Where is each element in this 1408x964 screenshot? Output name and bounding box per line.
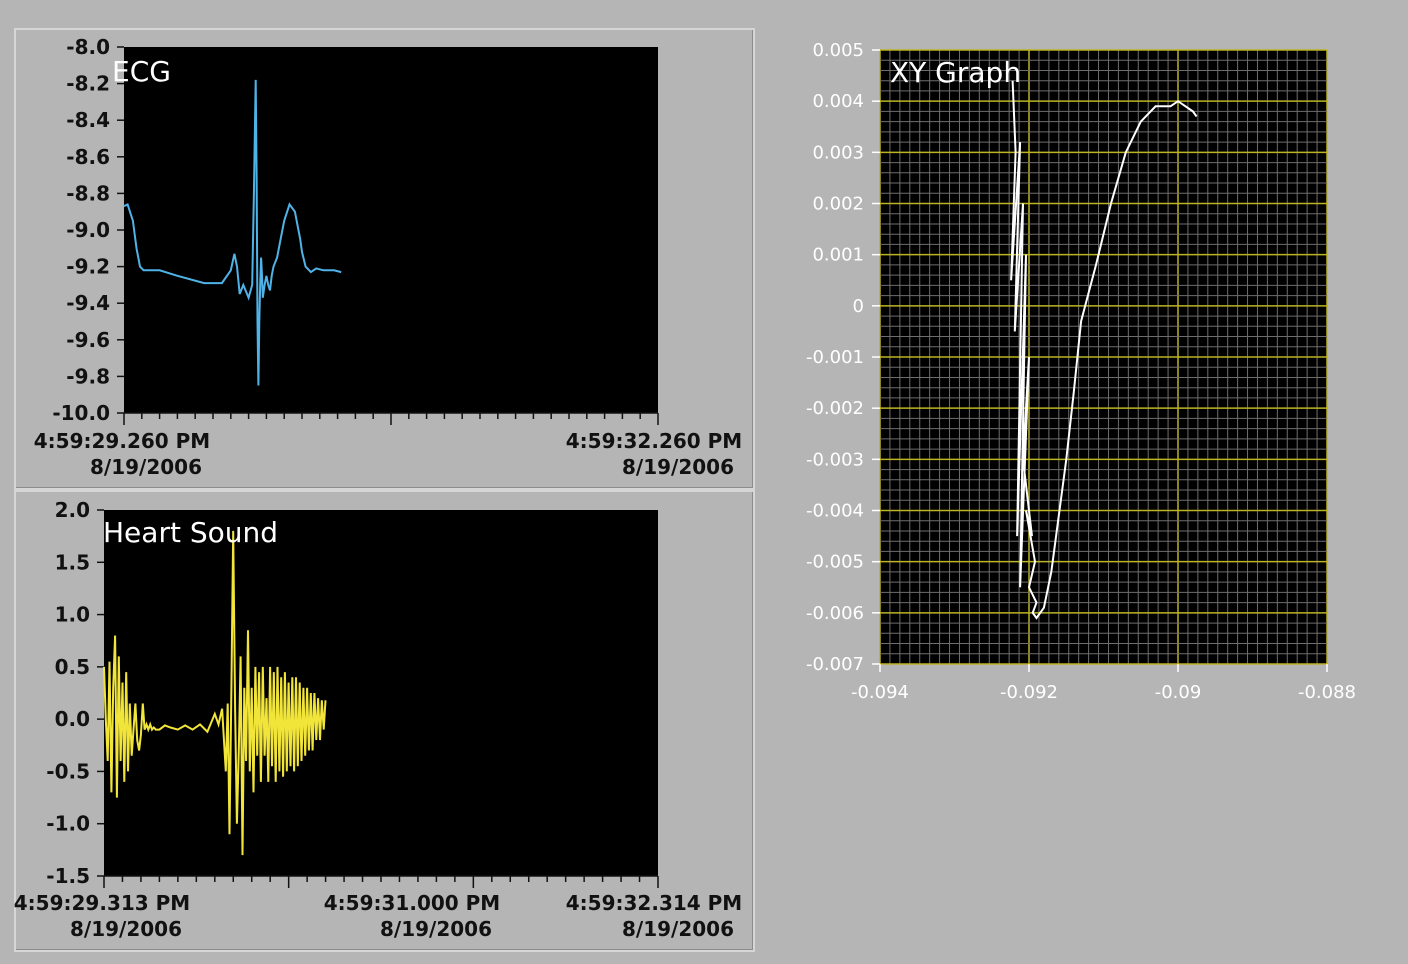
- heart-sound-x-ticks: [103, 875, 659, 888]
- xy-y-tick-label: -0.005: [806, 552, 864, 573]
- xy-y-tick-label: 0.001: [812, 245, 864, 266]
- xy-y-tick-label: 0: [853, 296, 864, 317]
- ecg-y-tick-label: -8.6: [66, 145, 110, 169]
- xy-x-tick-label: -0.088: [1298, 682, 1356, 703]
- ecg-y-tick-label: -9.2: [66, 255, 110, 279]
- heart-sound-x-start-date: 8/19/2006: [70, 917, 182, 941]
- xy-y-tick-label: -0.006: [806, 603, 864, 624]
- ecg-x-ticks: [123, 412, 659, 425]
- xy-x-tick-label: -0.092: [1000, 682, 1058, 703]
- ecg-y-tick-label: -10.0: [52, 401, 110, 425]
- ecg-chart: -8.0 -8.2 -8.4 -8.6 -8.8 -9.0 -9.2 -9.4 -9.6 -9.8…: [34, 35, 742, 479]
- xy-y-tick-label: -0.007: [806, 654, 864, 675]
- ecg-y-tick-label: -8.0: [66, 35, 110, 59]
- xy-y-ticks: 0.005 0.004 0.003 0.002 0.001 0 -0.001 -0.002 -0…: [806, 40, 880, 675]
- xy-y-tick-label: -0.001: [806, 347, 864, 368]
- heart-sound-chart: 2.01.51.00.50.0-0.5-1.0-1.5 Heart Sound …: [14, 498, 742, 941]
- xy-x-tick-label: -0.09: [1155, 682, 1202, 703]
- heart-sound-x-mid-time: 4:59:31.000 PM: [324, 891, 500, 915]
- ecg-title: ECG: [112, 55, 171, 88]
- ecg-x-end-time: 4:59:32.260 PM: [566, 429, 742, 453]
- xy-x-tick-label: -0.094: [851, 682, 909, 703]
- ecg-y-tick-label: -8.8: [66, 181, 110, 205]
- ecg-y-tick-label: -8.2: [66, 72, 110, 96]
- heart-sound-y-tick-label: 0.5: [55, 655, 90, 679]
- xy-y-tick-label: 0.002: [812, 194, 864, 215]
- charts-canvas: -8.0 -8.2 -8.4 -8.6 -8.8 -9.0 -9.2 -9.4 -9.6 -9.8…: [14, 35, 1356, 941]
- heart-sound-title: Heart Sound: [103, 516, 278, 549]
- heart-sound-plot-area[interactable]: [104, 510, 658, 876]
- ecg-x-start-time: 4:59:29.260 PM: [34, 429, 210, 453]
- heart-sound-y-tick-label: 1.5: [55, 550, 90, 574]
- heart-sound-y-tick-label: 1.0: [55, 603, 90, 627]
- ecg-y-tick-label: -8.4: [66, 108, 110, 132]
- xy-y-tick-label: -0.002: [806, 398, 864, 419]
- ecg-y-ticks: -8.0 -8.2 -8.4 -8.6 -8.8 -9.0 -9.2 -9.4 -9.6 -9.8…: [52, 35, 124, 425]
- xy-title: XY Graph: [890, 56, 1021, 89]
- heart-sound-y-tick-label: -1.5: [46, 864, 90, 888]
- xy-y-tick-label: 0.004: [812, 91, 864, 112]
- heart-sound-y-tick-label: -0.5: [46, 759, 90, 783]
- xy-grid: [879, 49, 1328, 665]
- xy-y-tick-label: 0.005: [812, 40, 864, 61]
- xy-y-tick-label: -0.004: [806, 501, 864, 522]
- heart-sound-y-tick-label: 2.0: [55, 498, 90, 522]
- heart-sound-x-end-date: 8/19/2006: [622, 917, 734, 941]
- xy-y-tick-label: 0.003: [812, 142, 864, 163]
- heart-sound-x-start-time: 4:59:29.313 PM: [14, 891, 190, 915]
- ecg-plot-area[interactable]: [124, 47, 658, 413]
- ecg-y-tick-label: -9.6: [66, 328, 110, 352]
- ecg-y-tick-label: -9.4: [66, 291, 110, 315]
- heart-sound-x-mid-date: 8/19/2006: [380, 917, 492, 941]
- xy-chart: 0.005 0.004 0.003 0.002 0.001 0 -0.001 -0.002 -0…: [806, 40, 1356, 703]
- heart-sound-x-end-time: 4:59:32.314 PM: [566, 891, 742, 915]
- heart-sound-y-ticks: 2.0 1.5 1.0 0.5 0.0 -0.5 -1.0 -1.5: [46, 498, 104, 888]
- xy-y-tick-label: -0.003: [806, 449, 864, 470]
- ecg-x-start-date: 8/19/2006: [90, 455, 202, 479]
- ecg-y-tick-label: -9.8: [66, 364, 110, 388]
- heart-sound-y-tick-label: 0.0: [55, 707, 90, 731]
- heart-sound-y-tick-label: -1.0: [46, 812, 90, 836]
- xy-x-ticks: -0.094 -0.092 -0.09 -0.088: [851, 664, 1356, 703]
- ecg-y-tick-label: -9.0: [66, 218, 110, 242]
- ecg-x-end-date: 8/19/2006: [622, 455, 734, 479]
